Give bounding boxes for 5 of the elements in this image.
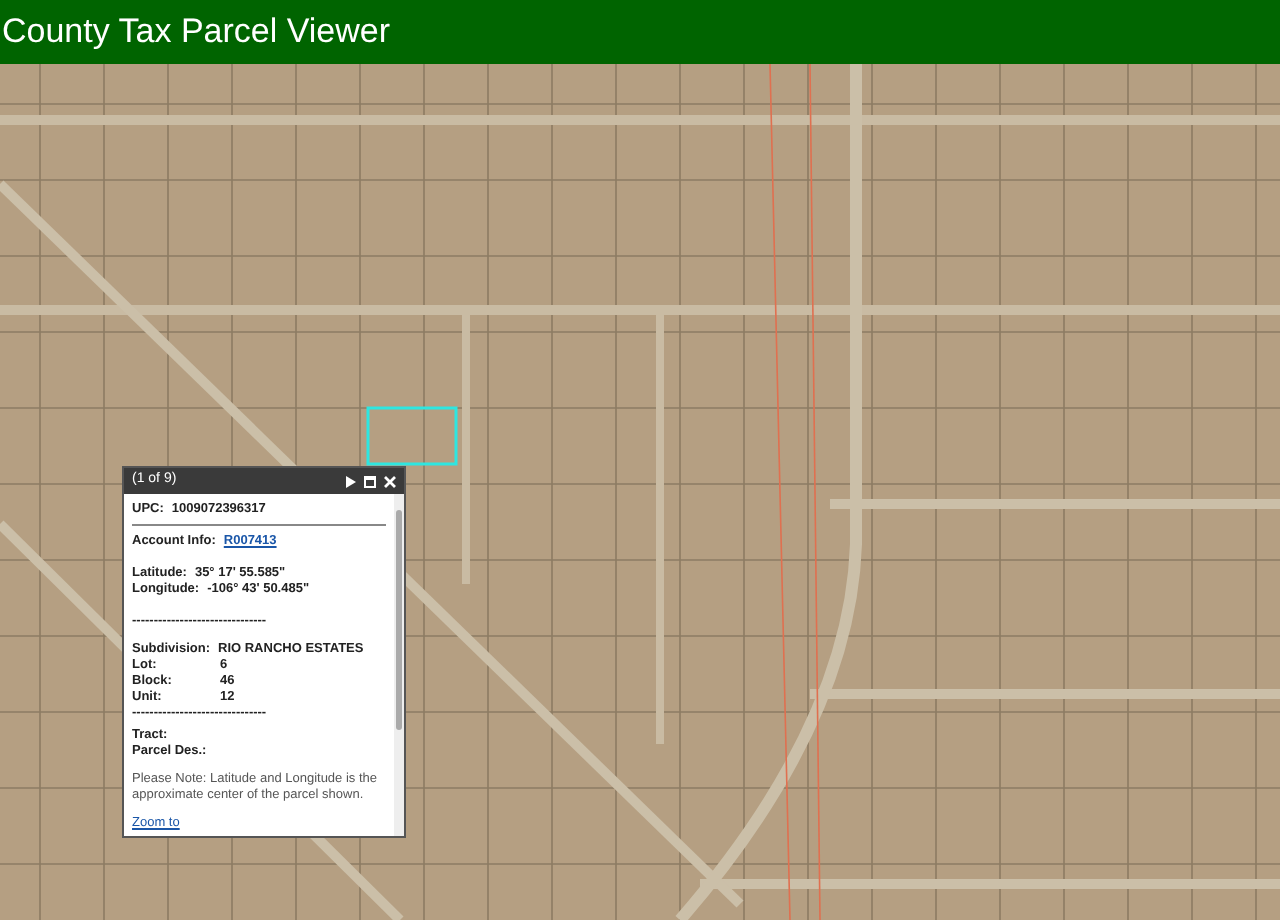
close-icon[interactable]: [384, 475, 396, 487]
maximize-icon[interactable]: [364, 475, 376, 487]
play-icon[interactable]: [346, 475, 356, 487]
app-title: County Tax Parcel Viewer: [2, 10, 391, 55]
scrollbar[interactable]: [394, 494, 404, 836]
